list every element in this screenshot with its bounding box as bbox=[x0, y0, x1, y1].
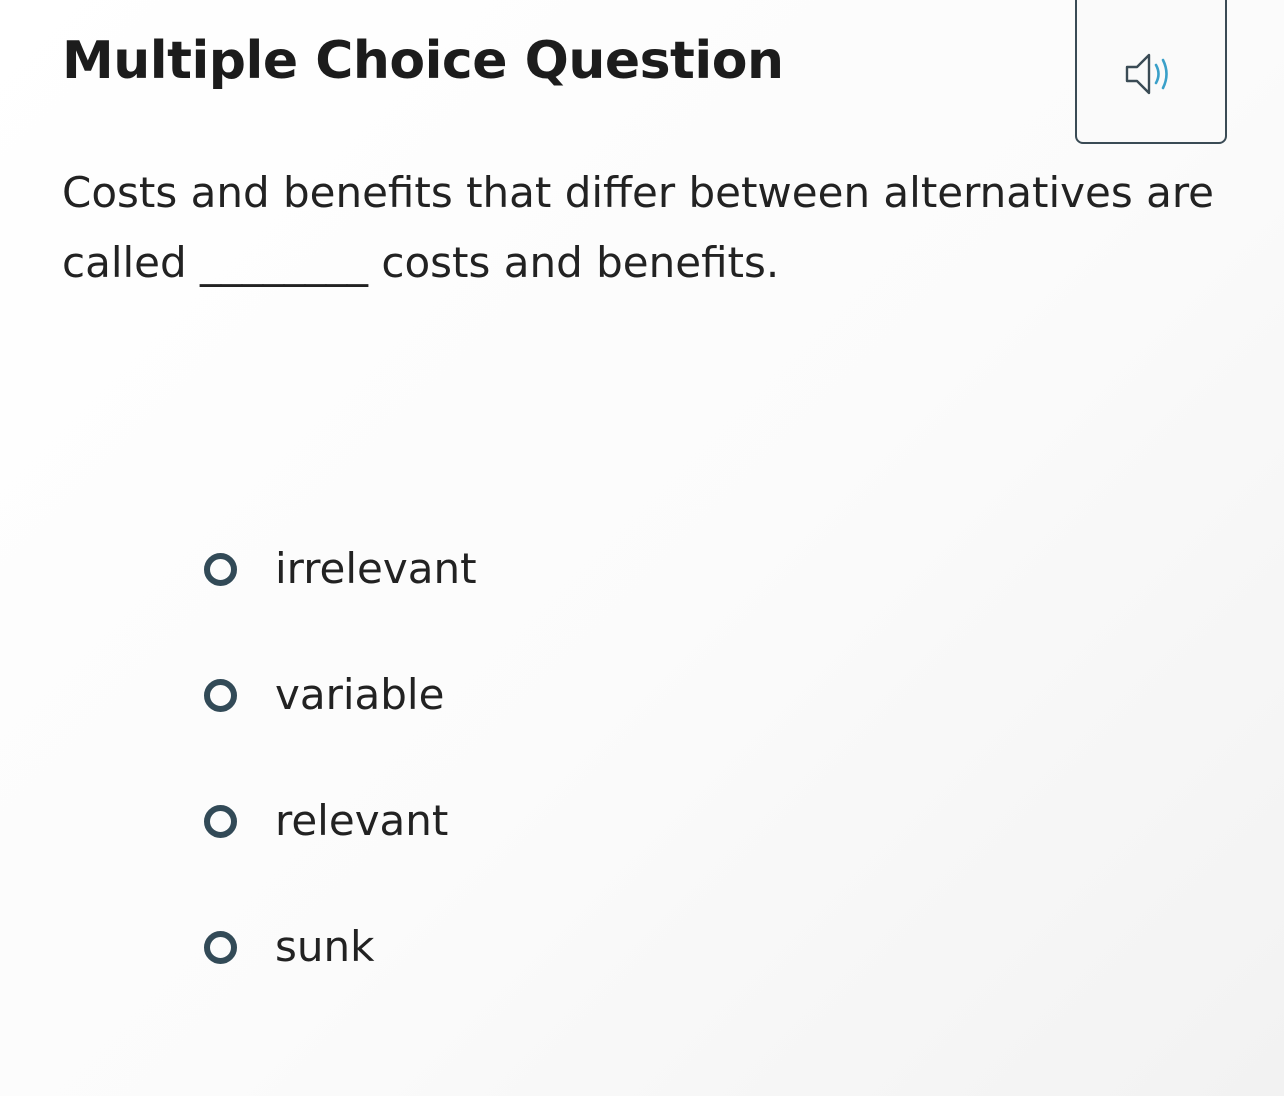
radio-button[interactable] bbox=[204, 678, 237, 712]
choice-label: variable bbox=[275, 670, 445, 719]
radio-button[interactable] bbox=[204, 552, 237, 586]
radio-button[interactable] bbox=[204, 930, 237, 964]
choice-label: irrelevant bbox=[275, 544, 477, 593]
answer-choices: irrelevant variable relevant sunk bbox=[200, 530, 477, 1034]
choice-irrelevant[interactable]: irrelevant bbox=[200, 530, 477, 608]
speaker-icon bbox=[1125, 53, 1168, 95]
choice-variable[interactable]: variable bbox=[200, 656, 477, 734]
choice-label: relevant bbox=[275, 796, 449, 845]
read-aloud-button[interactable] bbox=[1075, 0, 1227, 144]
choice-sunk[interactable]: sunk bbox=[200, 908, 477, 986]
page-title: Multiple Choice Question bbox=[62, 31, 784, 91]
question-blank: ________ bbox=[200, 238, 369, 287]
choice-relevant[interactable]: relevant bbox=[200, 782, 477, 860]
question-text: Costs and benefits that differ between a… bbox=[62, 158, 1252, 298]
choice-label: sunk bbox=[275, 922, 375, 971]
question-text-after: costs and benefits. bbox=[368, 238, 780, 287]
radio-button[interactable] bbox=[204, 804, 237, 838]
